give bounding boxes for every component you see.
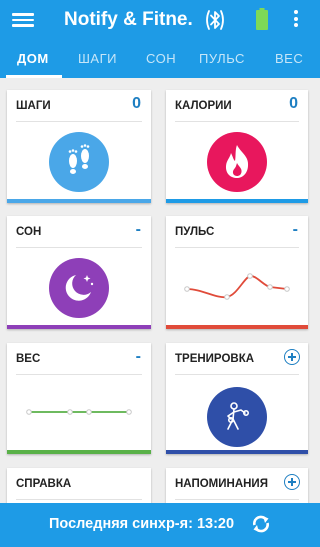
tab-steps[interactable]: ШАГИ <box>78 51 117 66</box>
sleep-label: СОН <box>16 226 42 238</box>
divider <box>16 374 142 375</box>
pulse-sparkline <box>184 273 290 300</box>
battery-icon <box>256 8 268 30</box>
steps-card[interactable]: ШАГИ 0 <box>7 90 151 203</box>
help-label: СПРАВКА <box>16 478 72 490</box>
boxing-icon <box>207 387 267 447</box>
add-reminder-icon[interactable] <box>284 474 300 490</box>
help-card[interactable]: СПРАВКА <box>7 468 151 508</box>
weight-sparkline <box>26 409 132 415</box>
divider <box>175 499 299 500</box>
weight-accent-bar <box>7 450 151 454</box>
workout-label: ТРЕНИРОВКА <box>175 353 255 365</box>
tab-sleep[interactable]: СОН <box>146 51 176 66</box>
tab-weight[interactable]: ВЕС <box>275 51 303 66</box>
calories-accent-bar <box>166 199 308 203</box>
divider <box>16 121 142 122</box>
steps-label: ШАГИ <box>16 100 51 112</box>
add-workout-icon[interactable] <box>284 349 300 365</box>
steps-accent-bar <box>7 199 151 203</box>
last-sync-text: Последняя синхр-я: 13:20 <box>49 516 235 532</box>
sync-bar: Последняя синхр-я: 13:20 <box>0 503 320 547</box>
workout-card[interactable]: ТРЕНИРОВКА <box>166 343 308 454</box>
sleep-card[interactable]: СОН - <box>7 216 151 329</box>
tab-home[interactable]: ДОМ <box>17 51 49 66</box>
footprints-icon <box>49 132 109 192</box>
pulse-accent-bar <box>166 325 308 329</box>
workout-accent-bar <box>166 450 308 454</box>
sync-icon[interactable] <box>250 513 272 535</box>
divider <box>16 247 142 248</box>
sleep-value: - <box>135 221 141 238</box>
divider <box>175 121 299 122</box>
pulse-label: ПУЛЬС <box>175 226 215 238</box>
divider <box>175 247 299 248</box>
pulse-card[interactable]: ПУЛЬС - <box>166 216 308 329</box>
weight-card[interactable]: ВЕС - <box>7 343 151 454</box>
weight-value: - <box>135 348 141 365</box>
tab-bar: ДОМ ШАГИ СОН ПУЛЬС ВЕС <box>0 40 320 78</box>
calories-value: 0 <box>289 95 298 112</box>
reminders-label: НАПОМИНАНИЯ <box>175 478 268 490</box>
weight-label: ВЕС <box>16 353 41 365</box>
calories-label: КАЛОРИИ <box>175 100 232 112</box>
app-bar: Notify & Fitne... <box>0 0 320 40</box>
tab-pulse[interactable]: ПУЛЬС <box>199 51 245 66</box>
app-title: Notify & Fitne... <box>64 9 194 30</box>
sleep-accent-bar <box>7 325 151 329</box>
flame-icon <box>207 132 267 192</box>
moon-icon <box>49 258 109 318</box>
active-tab-indicator <box>6 75 62 78</box>
menu-icon[interactable] <box>12 10 34 30</box>
steps-value: 0 <box>132 95 141 112</box>
bluetooth-icon[interactable] <box>203 7 227 33</box>
more-vert-icon[interactable] <box>292 10 300 30</box>
pulse-value: - <box>292 221 298 238</box>
calories-card[interactable]: КАЛОРИИ 0 <box>166 90 308 203</box>
divider <box>16 499 142 500</box>
reminders-card[interactable]: НАПОМИНАНИЯ <box>166 468 308 508</box>
divider <box>175 374 299 375</box>
